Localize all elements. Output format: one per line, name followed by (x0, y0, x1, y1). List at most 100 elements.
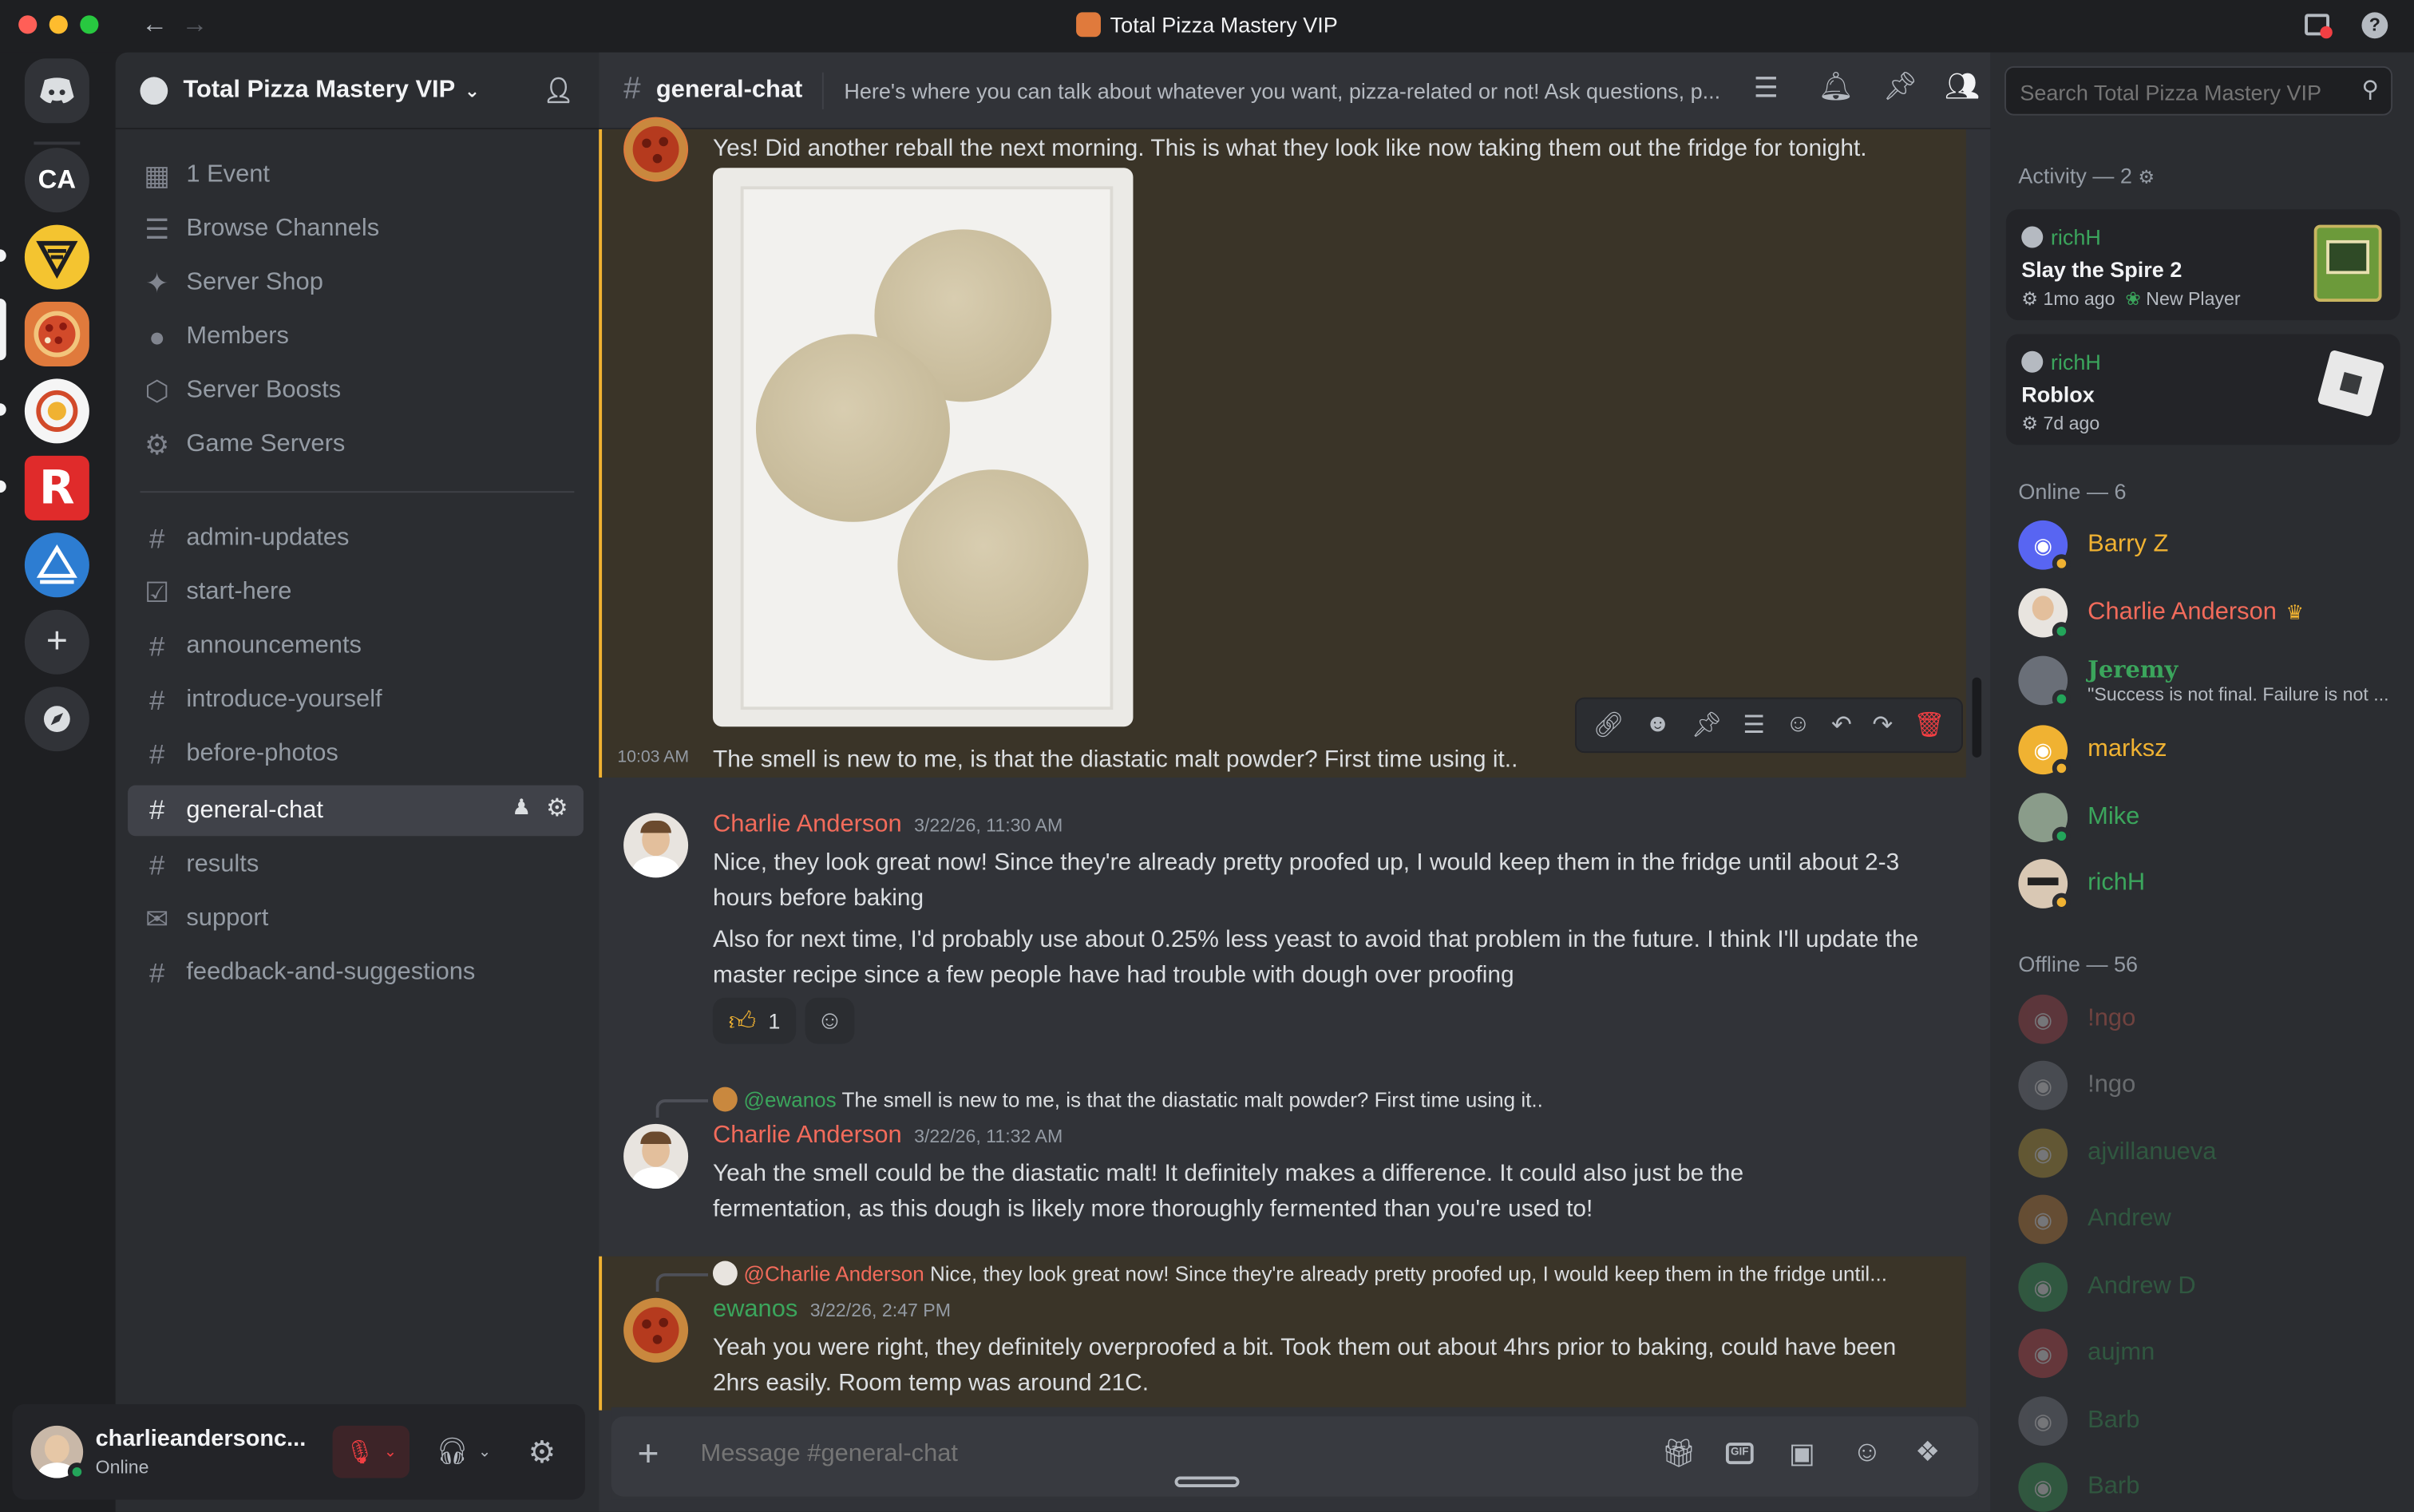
member-avatar (2018, 588, 2071, 641)
triangle-logo-icon (36, 240, 78, 279)
member-offline[interactable]: ◉ Andrew (2018, 1189, 2403, 1250)
author-name[interactable]: Charlie Anderson (713, 1122, 902, 1149)
dough-photo[interactable] (712, 168, 1134, 727)
trash-icon[interactable]: 🗑︎ (1913, 710, 1945, 741)
thread-icon[interactable]: ☰ (1743, 710, 1765, 741)
author-name[interactable]: ewanos (713, 1296, 797, 1323)
server-total-pizza-mastery[interactable] (24, 302, 89, 367)
pin-icon[interactable]: 📌︎ (1692, 710, 1723, 741)
gear-icon[interactable]: ⚙ (2138, 166, 2155, 188)
message-timestamp: 3/22/26, 2:47 PM (809, 1299, 952, 1321)
members-list-icon[interactable]: 👥︎ (1945, 71, 1980, 104)
server-7[interactable] (24, 532, 89, 598)
scrollbar-thumb[interactable] (1972, 677, 1982, 758)
channel-results[interactable]: # results (128, 841, 584, 890)
inbox-icon[interactable] (2305, 14, 2333, 39)
member-offline[interactable]: ◉ Barb (2018, 1391, 2403, 1452)
gear-icon[interactable]: ⚙ (546, 793, 568, 824)
member-jeremy[interactable]: Jeremy "Success is not final. Failure is… (2018, 650, 2403, 711)
sticker-icon[interactable]: ▣ (1789, 1438, 1815, 1470)
member-offline[interactable]: ◉ !ngo (2018, 1055, 2403, 1116)
nav-members[interactable]: ● Members (128, 313, 584, 362)
member-offline[interactable]: ◉ ajvillanueva (2018, 1122, 2403, 1184)
nav-server-boosts[interactable]: ⬡ Server Boosts (128, 366, 584, 416)
pin-icon[interactable]: 📌︎ (1883, 71, 1918, 104)
discord-home-button[interactable] (24, 58, 89, 124)
channel-introduce-yourself[interactable]: # introduce-yourself (128, 676, 584, 726)
resize-handle[interactable] (1174, 1476, 1240, 1488)
channel-start-here[interactable]: ☑ start-here (128, 568, 584, 618)
member-offline[interactable]: ◉ Andrew D (2018, 1257, 2403, 1318)
member-mike[interactable]: Mike (2018, 787, 2403, 849)
gift-icon[interactable]: 🎁︎ (1661, 1438, 1696, 1470)
pizza-server-icon (1076, 12, 1102, 38)
threads-icon[interactable]: ☰ (1754, 73, 1779, 105)
emoji-icon[interactable]: ☺ (1786, 711, 1811, 739)
reaction-thumbs-up[interactable]: 👍︎ 1 (712, 997, 797, 1044)
bell-icon[interactable]: 🔔︎ (1818, 71, 1854, 104)
plus-icon[interactable]: + (637, 1434, 659, 1477)
channel-admin-updates[interactable]: # admin-updates (128, 514, 584, 564)
channel-before-photos[interactable]: # before-photos (128, 730, 584, 779)
discover-button[interactable] (24, 687, 89, 752)
add-reaction-button[interactable]: ☺ (805, 997, 855, 1044)
member-charlie-anderson[interactable]: Charlie Anderson ♛ (2018, 582, 2403, 643)
search-input[interactable] (2020, 77, 2344, 109)
reply-icon[interactable]: ↶ (1831, 710, 1852, 741)
server-3[interactable] (24, 224, 89, 290)
author-name[interactable]: Charlie Anderson (713, 811, 902, 837)
nav-game-servers[interactable]: ⚙ Game Servers (128, 421, 584, 470)
emoji-icon[interactable]: ☺ (1852, 1436, 1882, 1470)
copy-link-icon[interactable]: 🔗︎ (1593, 710, 1624, 741)
member-offline[interactable]: ◉ aujmn (2018, 1323, 2403, 1384)
add-reaction-icon[interactable]: ☻ (1644, 711, 1670, 739)
ewanos-avatar[interactable] (623, 117, 689, 182)
activity-card[interactable]: richH Slay the Spire 2 ⚙ 1mo ago ❀ New P… (2005, 209, 2400, 321)
gif-icon[interactable]: GIF (1725, 1443, 1754, 1465)
channel-topic[interactable]: Here's where you can talk about whatever… (844, 77, 1721, 102)
member-barry-z[interactable]: ◉ Barry Z (2018, 514, 2403, 576)
server-6[interactable]: R (24, 455, 89, 520)
pizza-avatar-icon (625, 1299, 687, 1361)
channel-announcements[interactable]: # announcements (128, 622, 584, 671)
nav-events[interactable]: ▦ 1 Event (128, 151, 584, 200)
member-offline[interactable]: ◉ !ngo (2018, 988, 2403, 1050)
nav-browse-channels[interactable]: ☰ Browse Channels (128, 205, 584, 255)
channel-support[interactable]: ✉ support (128, 895, 584, 944)
activity-card[interactable]: richH Roblox ⚙ 7d ago (2005, 334, 2400, 445)
deafen-button[interactable]: 🎧︎ ⌄ (425, 1426, 501, 1478)
server-header[interactable]: Total Pizza Mastery VIP ⌄ 👤︎ (115, 53, 600, 130)
discord-logo-icon: ◉ (2033, 1474, 2053, 1499)
invite-people-icon[interactable]: 👤︎ (543, 76, 574, 107)
hashtag-icon: # (149, 956, 165, 988)
forward-icon[interactable]: ↷ (1873, 710, 1894, 741)
member-avatar: ◉ (2018, 994, 2068, 1044)
server-5[interactable] (24, 378, 89, 444)
member-richh[interactable]: richH (2018, 853, 2403, 914)
browse-icon: ☰ (144, 213, 170, 244)
create-invite-icon[interactable]: ♟ (512, 794, 531, 821)
charlie-avatar[interactable] (623, 813, 689, 878)
reply-preview[interactable]: @Charlie Anderson Nice, they look great … (712, 1261, 1887, 1286)
discord-logo-icon: ◉ (2033, 1340, 2053, 1365)
nav-server-shop[interactable]: ✦ Server Shop (128, 259, 584, 308)
add-server-button[interactable]: + (24, 609, 89, 675)
user-name[interactable]: charlieandersonc... (96, 1426, 307, 1452)
rules-icon: ☑ (144, 576, 170, 608)
channel-feedback-and-suggestions[interactable]: # feedback-and-suggestions (128, 948, 584, 998)
mute-button[interactable]: 🎙︎ ⌄ (332, 1425, 410, 1478)
channel-general-chat[interactable]: # general-chat ♟ ⚙ (128, 785, 584, 837)
member-offline[interactable]: ◉ Barb (2018, 1456, 2403, 1512)
ewanos-avatar[interactable] (623, 1297, 689, 1363)
apps-icon[interactable]: ❖ (1915, 1436, 1940, 1469)
charlie-avatar[interactable] (623, 1123, 689, 1189)
message-timestamp: 10:03 AM (617, 748, 690, 767)
user-settings-button[interactable]: ⚙ (517, 1426, 567, 1478)
help-icon[interactable]: ? (2361, 12, 2388, 39)
member-marksz[interactable]: ◉ marksz (2018, 719, 2403, 781)
message-input[interactable] (700, 1435, 1625, 1475)
reply-preview[interactable]: @ewanos The smell is new to me, is that … (712, 1087, 1543, 1112)
search-box[interactable]: ⚲ (2004, 65, 2393, 116)
hashtag-icon: # (149, 684, 165, 715)
server-ca[interactable]: CA (24, 148, 89, 213)
